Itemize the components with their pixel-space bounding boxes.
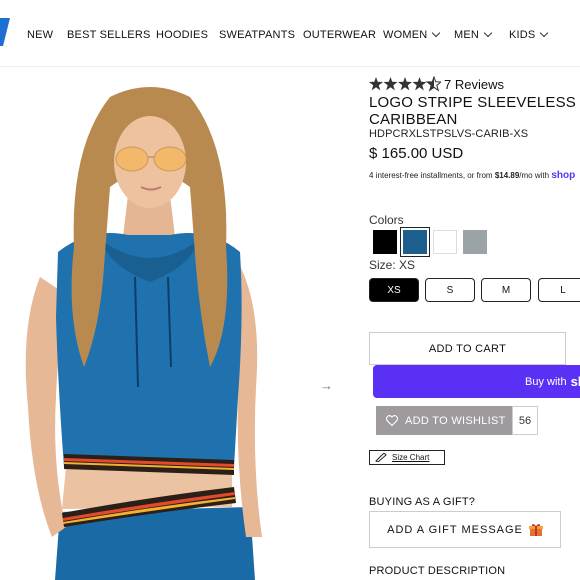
logo-mark[interactable] [0, 18, 10, 46]
size-button-m[interactable]: M [481, 278, 531, 302]
model-photo [25, 87, 262, 580]
next-image-arrow-icon[interactable]: → [320, 378, 333, 393]
nav-item-outerwear[interactable]: OUTERWEAR [303, 29, 376, 41]
product-sku: HDPCRXLSTPSLVS-CARIB-XS [369, 128, 529, 140]
nav-item-men[interactable]: MEN [454, 28, 493, 41]
star-icon [369, 76, 441, 92]
add-gift-message-button[interactable]: ADD A GIFT MESSAGE [369, 511, 561, 548]
gift-icon [528, 523, 543, 536]
color-swatch-black[interactable] [373, 230, 397, 254]
size-button-xs[interactable]: XS [369, 278, 419, 302]
nav-item-best-sellers[interactable]: BEST SELLERS [67, 29, 151, 41]
heart-icon [386, 415, 398, 426]
chevron-down-icon [540, 28, 549, 38]
color-swatch-grey[interactable] [463, 230, 487, 254]
product-image[interactable] [0, 67, 350, 580]
shop-pay-logo: shop [551, 170, 576, 181]
chevron-down-icon [432, 28, 441, 38]
top-navigation: NEW BEST SELLERS HOODIES SWEATPANTS OUTE… [0, 0, 580, 66]
product-description-heading: PRODUCT DESCRIPTION [369, 565, 506, 577]
size-button-l[interactable]: L [538, 278, 580, 302]
add-to-wishlist-button[interactable]: ADD TO WISHLIST [376, 406, 512, 435]
chevron-down-icon [483, 28, 493, 38]
installments-text: 4 interest-free installments, or from $1… [369, 170, 576, 181]
color-swatch-caribbean[interactable] [400, 227, 430, 257]
size-label: Size: XS [369, 258, 416, 272]
gift-question: BUYING AS A GIFT? [369, 496, 476, 508]
add-to-cart-button[interactable]: ADD TO CART [369, 332, 566, 365]
buy-with-shop-button[interactable]: Buy withshop [373, 365, 580, 398]
ruler-icon [375, 453, 387, 462]
size-chart-link[interactable]: Size Chart [369, 450, 445, 465]
colors-label: Colors [369, 213, 404, 227]
size-button-s[interactable]: S [425, 278, 475, 302]
wishlist-count: 56 [512, 406, 538, 435]
nav-item-kids[interactable]: KIDS [509, 28, 549, 41]
color-swatch-white[interactable] [433, 230, 457, 254]
product-price: $ 165.00 USD [369, 145, 464, 162]
nav-item-hoodies[interactable]: HOODIES [156, 29, 208, 41]
reviews-link[interactable]: 7 Reviews [444, 77, 504, 92]
product-title: LOGO STRIPE SLEEVELESS CROP HOODIE - VIN… [369, 94, 580, 128]
nav-item-new[interactable]: NEW [27, 29, 53, 41]
nav-item-sweatpants[interactable]: SWEATPANTS [219, 29, 295, 41]
nav-item-women[interactable]: WOMEN [383, 28, 441, 41]
star-rating [369, 76, 441, 92]
